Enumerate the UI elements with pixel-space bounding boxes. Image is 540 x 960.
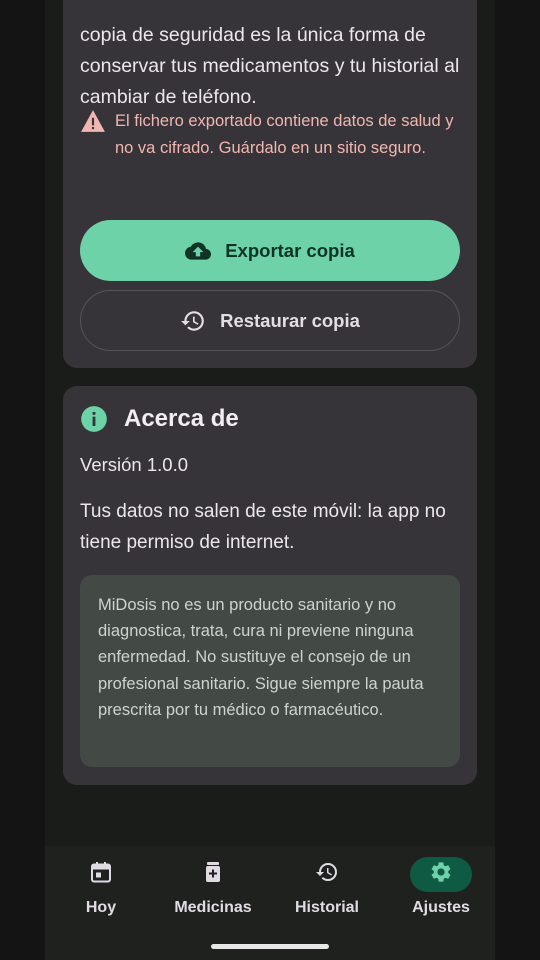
medical-disclaimer: MiDosis no es un producto sanitario y no… (80, 575, 460, 767)
history-icon (180, 308, 206, 334)
history-icon (315, 860, 339, 889)
info-icon (80, 405, 108, 433)
nav-pill (296, 857, 358, 892)
app-version: Versión 1.0.0 (80, 454, 188, 475)
nav-item-historial[interactable]: Historial (271, 846, 383, 936)
medicine-icon (201, 860, 225, 889)
backup-description: copia de seguridad es la única forma de … (80, 24, 460, 108)
home-indicator[interactable] (211, 944, 329, 949)
privacy-note: Tus datos no salen de este móvil: la app… (80, 501, 446, 553)
about-card: Acerca de Versión 1.0.0 Tus datos no sal… (63, 386, 477, 785)
nav-item-hoy[interactable]: Hoy (45, 846, 157, 936)
about-header: Acerca de (80, 405, 239, 433)
nav-item-medicinas[interactable]: Medicinas (157, 846, 269, 936)
nav-label-medicinas: Medicinas (174, 899, 252, 916)
warning-text: El fichero exportado contiene datos de s… (115, 112, 454, 157)
about-title: Acerca de (124, 405, 239, 432)
restore-backup-button[interactable]: Restaurar copia (80, 290, 460, 351)
nav-pill (70, 857, 132, 892)
cloud-upload-icon (185, 238, 212, 264)
bottom-navigation: Hoy Medicinas Historial Ajustes (45, 846, 495, 960)
nav-label-ajustes: Ajustes (412, 899, 470, 916)
nav-label-hoy: Hoy (85, 899, 117, 916)
warning-icon (80, 109, 106, 133)
backup-card: copia de seguridad es la única forma de … (63, 0, 477, 368)
nav-label-historial: Historial (294, 899, 359, 916)
nav-item-ajustes[interactable]: Ajustes (385, 846, 497, 936)
calendar-icon (89, 860, 113, 889)
gear-icon (429, 860, 453, 889)
nav-pill-active (410, 857, 472, 892)
nav-pill (182, 857, 244, 892)
export-backup-button[interactable]: Exportar copia (80, 220, 460, 281)
restore-backup-label: Restaurar copia (220, 309, 360, 331)
export-backup-label: Exportar copia (225, 239, 355, 261)
